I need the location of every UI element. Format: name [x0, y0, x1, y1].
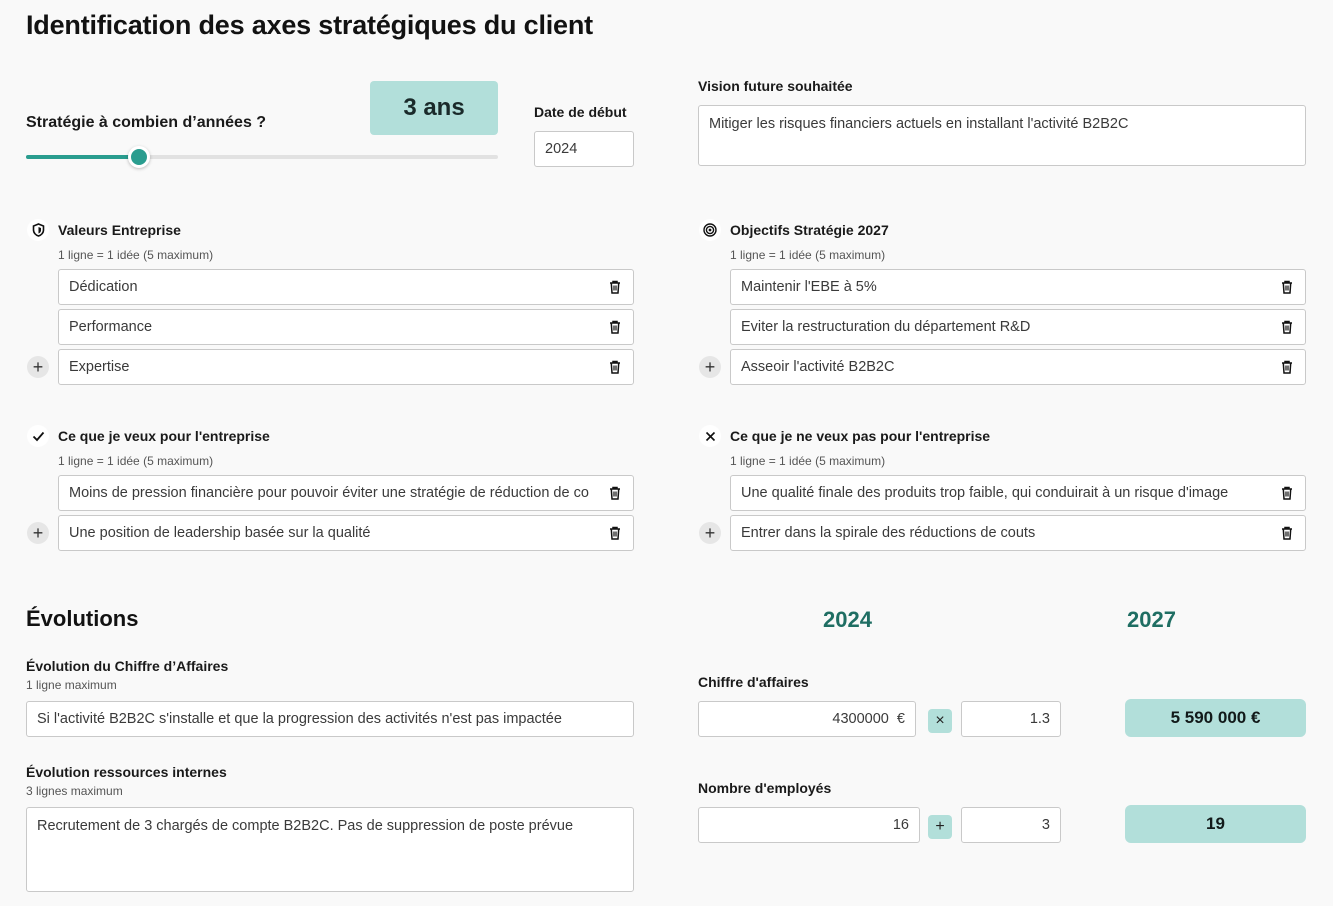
- revenue-base-input[interactable]: 4300000 €: [698, 701, 916, 737]
- strategy-years-label: Stratégie à combien d’années ?: [26, 114, 267, 131]
- trash-icon[interactable]: [1279, 279, 1295, 295]
- revenue-result-value: 5 590 000 €: [1170, 708, 1261, 727]
- values-hint: 1 ligne = 1 idée (5 maximum): [58, 248, 214, 262]
- add-want-button[interactable]: +: [27, 522, 49, 544]
- objectives-item-input[interactable]: Maintenir l'EBE à 5%: [730, 269, 1306, 305]
- x-icon: [699, 425, 721, 447]
- start-date-input[interactable]: 2024: [534, 131, 634, 167]
- target-icon: [699, 219, 721, 241]
- year-end-heading: 2027: [1127, 607, 1176, 632]
- check-icon: [27, 425, 49, 447]
- add-operator-button[interactable]: +: [928, 815, 952, 839]
- revenue-result: 5 590 000 €: [1125, 699, 1306, 737]
- resources-evolution-value: Recrutement de 3 chargés de compte B2B2C…: [37, 818, 574, 834]
- trash-icon[interactable]: [1279, 525, 1295, 541]
- vision-value: Mitiger les risques financiers actuels e…: [709, 116, 1129, 132]
- trash-icon[interactable]: [607, 525, 623, 541]
- wants-item-input[interactable]: Moins de pression financière pour pouvoi…: [58, 475, 634, 511]
- plus-icon: +: [935, 818, 945, 835]
- objectives-hint: 1 ligne = 1 idée (5 maximum): [730, 248, 886, 262]
- objectives-item-input[interactable]: Asseoir l'activité B2B2C: [730, 349, 1306, 385]
- employees-delta-input[interactable]: 3: [961, 807, 1061, 843]
- revenue-evolution-hint: 1 ligne maximum: [26, 678, 117, 692]
- add-value-button[interactable]: +: [27, 356, 49, 378]
- trash-icon[interactable]: [1279, 359, 1295, 375]
- not-wants-item-text: Entrer dans la spirale des réductions de…: [741, 525, 1036, 541]
- plus-icon: +: [32, 357, 44, 377]
- trash-icon[interactable]: [607, 485, 623, 501]
- years-slider-thumb[interactable]: [128, 146, 151, 168]
- resources-evolution-hint: 3 lignes maximum: [26, 784, 123, 798]
- objectives-item-text: Asseoir l'activité B2B2C: [741, 359, 895, 375]
- objectives-item-text: Maintenir l'EBE à 5%: [741, 279, 877, 295]
- revenue-label: Chiffre d'affaires: [698, 674, 809, 690]
- not-wants-item-input[interactable]: Une qualité finale des produits trop fai…: [730, 475, 1306, 511]
- wants-hint: 1 ligne = 1 idée (5 maximum): [58, 454, 214, 468]
- wants-item-text: Moins de pression financière pour pouvoi…: [69, 485, 589, 501]
- values-item-text: Performance: [69, 319, 153, 335]
- start-date-value: 2024: [545, 141, 578, 157]
- plus-icon: +: [32, 523, 44, 543]
- wants-title: Ce que je veux pour l'entreprise: [58, 428, 270, 444]
- resources-evolution-label: Évolution ressources internes: [26, 764, 227, 780]
- values-title: Valeurs Entreprise: [58, 222, 181, 238]
- evolutions-title: Évolutions: [26, 606, 139, 631]
- trash-icon[interactable]: [1279, 319, 1295, 335]
- employees-base-value: 16: [892, 817, 909, 833]
- trash-icon[interactable]: [1279, 485, 1295, 501]
- employees-base-input[interactable]: 16: [698, 807, 920, 843]
- trash-icon[interactable]: [607, 319, 623, 335]
- wants-item-input[interactable]: Une position de leadership basée sur la …: [58, 515, 634, 551]
- revenue-base-value: 4300000 €: [832, 711, 905, 727]
- multiply-operator-button[interactable]: ×: [928, 709, 952, 733]
- vision-label: Vision future souhaitée: [698, 78, 853, 94]
- multiply-icon: ×: [935, 712, 945, 729]
- trash-icon[interactable]: [607, 359, 623, 375]
- add-not-want-button[interactable]: +: [699, 522, 721, 544]
- revenue-evolution-label: Évolution du Chiffre d’Affaires: [26, 658, 229, 674]
- resources-evolution-textarea[interactable]: Recrutement de 3 chargés de compte B2B2C…: [26, 807, 634, 892]
- values-item-input[interactable]: Dédication: [58, 269, 634, 305]
- plus-icon: +: [704, 523, 716, 543]
- values-item-input[interactable]: Expertise: [58, 349, 634, 385]
- objectives-item-input[interactable]: Eviter la restructuration du département…: [730, 309, 1306, 345]
- years-slider-fill: [26, 155, 140, 159]
- start-date-label: Date de début: [534, 104, 627, 120]
- page-title: Identification des axes stratégiques du …: [26, 10, 593, 40]
- add-objective-button[interactable]: +: [699, 356, 721, 378]
- objectives-item-text: Eviter la restructuration du département…: [741, 319, 1031, 335]
- employees-result-value: 19: [1206, 814, 1225, 833]
- not-wants-title: Ce que je ne veux pas pour l'entreprise: [730, 428, 991, 444]
- values-item-text: Dédication: [69, 279, 138, 295]
- not-wants-item-input[interactable]: Entrer dans la spirale des réductions de…: [730, 515, 1306, 551]
- values-item-input[interactable]: Performance: [58, 309, 634, 345]
- shield-icon: [27, 219, 49, 241]
- employees-label: Nombre d'employés: [698, 780, 832, 796]
- revenue-evolution-input[interactable]: Si l'activité B2B2C s'installe et que la…: [26, 701, 634, 737]
- employees-result: 19: [1125, 805, 1306, 843]
- years-badge: 3 ans: [370, 81, 498, 135]
- revenue-evolution-value: Si l'activité B2B2C s'installe et que la…: [37, 711, 562, 727]
- employees-delta-value: 3: [1041, 817, 1050, 833]
- plus-icon: +: [704, 357, 716, 377]
- trash-icon[interactable]: [607, 279, 623, 295]
- year-start-heading: 2024: [823, 607, 872, 632]
- revenue-factor-value: 1.3: [1029, 711, 1050, 727]
- revenue-factor-input[interactable]: 1.3: [961, 701, 1061, 737]
- objectives-title: Objectifs Stratégie 2027: [730, 222, 889, 238]
- not-wants-item-text: Une qualité finale des produits trop fai…: [741, 485, 1229, 501]
- values-item-text: Expertise: [69, 359, 130, 375]
- wants-item-text: Une position de leadership basée sur la …: [69, 525, 371, 541]
- not-wants-hint: 1 ligne = 1 idée (5 maximum): [730, 454, 886, 468]
- vision-textarea[interactable]: Mitiger les risques financiers actuels e…: [698, 105, 1306, 166]
